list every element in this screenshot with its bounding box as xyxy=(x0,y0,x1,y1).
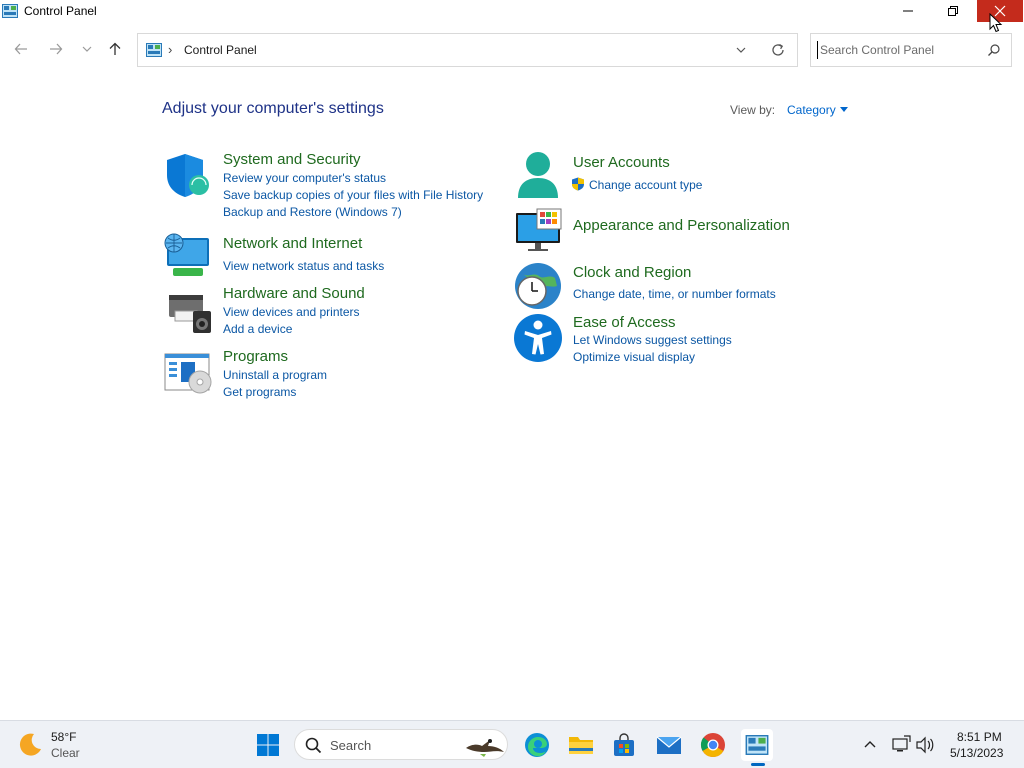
category-title[interactable]: System and Security xyxy=(223,151,361,168)
category-programs: Programs Uninstall a program Get program… xyxy=(163,348,493,400)
back-arrow-icon xyxy=(14,43,27,55)
clock-globe-icon[interactable] xyxy=(513,262,563,312)
search-icon[interactable] xyxy=(987,43,1001,57)
link-add-device[interactable]: Add a device xyxy=(223,322,292,336)
search-box[interactable] xyxy=(810,33,1012,67)
link-date-time-formats[interactable]: Change date, time, or number formats xyxy=(573,287,776,301)
category-title[interactable]: User Accounts xyxy=(573,154,670,171)
link-network-status[interactable]: View network status and tasks xyxy=(223,259,384,273)
moon-icon[interactable] xyxy=(18,731,44,757)
chevron-up-icon[interactable] xyxy=(860,735,880,755)
store-bag-icon xyxy=(614,733,634,756)
restore-button[interactable] xyxy=(930,0,976,22)
caret-down-icon[interactable] xyxy=(840,107,848,112)
link-change-account-type[interactable]: Change account type xyxy=(589,178,702,192)
windows-logo-icon xyxy=(257,734,279,756)
store-taskbar-button[interactable] xyxy=(608,729,640,761)
weather-condition[interactable]: Clear xyxy=(51,746,80,760)
control-panel-icon xyxy=(2,4,18,18)
taskbar-clock-date[interactable]: 5/13/2023 xyxy=(950,746,1003,760)
taskbar: 58°F Clear Search 8:51 PM 5/13/2023 xyxy=(0,720,1024,768)
category-appearance-and-personalization: Appearance and Personalization xyxy=(513,207,843,257)
weather-temperature[interactable]: 58°F xyxy=(51,730,76,744)
refresh-icon[interactable] xyxy=(770,42,786,58)
chrome-icon xyxy=(700,733,725,758)
edge-taskbar-button[interactable] xyxy=(521,729,553,761)
breadcrumb-control-panel[interactable]: Control Panel xyxy=(184,43,257,57)
minimize-button[interactable] xyxy=(885,0,931,22)
edge-icon xyxy=(525,733,549,757)
category-network-and-internet: Network and Internet View network status… xyxy=(163,232,493,282)
shield-icon[interactable] xyxy=(163,151,213,201)
link-review-status[interactable]: Review your computer's status xyxy=(223,171,386,185)
link-file-history[interactable]: Save backup copies of your files with Fi… xyxy=(223,188,483,202)
up-button[interactable] xyxy=(104,38,126,60)
category-title[interactable]: Ease of Access xyxy=(573,314,676,331)
category-title[interactable]: Network and Internet xyxy=(223,235,362,252)
monitor-palette-icon[interactable] xyxy=(513,207,563,257)
window-title: Control Panel xyxy=(24,4,97,18)
chevron-down-icon[interactable] xyxy=(734,43,748,57)
page-heading: Adjust your computer's settings xyxy=(162,100,384,117)
programs-icon[interactable] xyxy=(163,348,213,398)
control-panel-icon xyxy=(745,735,769,755)
restore-icon xyxy=(948,6,958,16)
category-hardware-and-sound: Hardware and Sound View devices and prin… xyxy=(163,285,493,337)
back-button[interactable] xyxy=(10,38,32,60)
mouse-cursor-icon xyxy=(989,13,1003,33)
link-optimize-visual-display[interactable]: Optimize visual display xyxy=(573,350,695,364)
start-button[interactable] xyxy=(252,729,284,761)
title-bar: Control Panel xyxy=(0,0,1024,24)
network-icon[interactable] xyxy=(891,735,911,755)
taskbar-clock-time[interactable]: 8:51 PM xyxy=(957,730,1002,744)
taskbar-search-label: Search xyxy=(330,738,372,753)
category-title[interactable]: Clock and Region xyxy=(573,264,691,281)
accessibility-icon[interactable] xyxy=(513,313,563,363)
recent-locations-button[interactable] xyxy=(76,38,98,60)
category-title[interactable]: Programs xyxy=(223,348,288,365)
category-clock-and-region: Clock and Region Change date, time, or n… xyxy=(513,262,843,312)
link-get-programs[interactable]: Get programs xyxy=(223,385,296,399)
minimize-icon xyxy=(903,10,913,12)
chrome-taskbar-button[interactable] xyxy=(697,729,729,761)
taskbar-search[interactable]: Search xyxy=(294,729,508,760)
active-app-indicator xyxy=(751,763,765,766)
link-backup-restore[interactable]: Backup and Restore (Windows 7) xyxy=(223,205,402,219)
address-bar[interactable]: › Control Panel xyxy=(137,33,798,67)
category-title[interactable]: Hardware and Sound xyxy=(223,285,365,302)
mail-taskbar-button[interactable] xyxy=(653,729,685,761)
search-input[interactable] xyxy=(817,41,977,59)
volume-icon[interactable] xyxy=(915,735,935,755)
view-by-label: View by: xyxy=(730,103,776,117)
category-user-accounts: User Accounts Change account type xyxy=(513,151,843,203)
category-ease-of-access: Ease of Access Let Windows suggest setti… xyxy=(513,313,843,365)
search-icon xyxy=(305,737,322,754)
control-panel-icon xyxy=(146,43,162,57)
control-panel-taskbar-button[interactable] xyxy=(741,729,773,761)
forward-arrow-icon xyxy=(50,43,63,55)
link-windows-suggest-settings[interactable]: Let Windows suggest settings xyxy=(573,333,732,347)
category-title[interactable]: Appearance and Personalization xyxy=(573,217,790,234)
file-explorer-taskbar-button[interactable] xyxy=(565,729,597,761)
category-system-and-security: System and Security Review your computer… xyxy=(163,151,493,223)
bird-highlight-icon xyxy=(466,739,504,757)
user-icon[interactable] xyxy=(513,151,563,201)
view-by-dropdown[interactable]: Category xyxy=(787,103,836,117)
uac-shield-icon xyxy=(572,177,584,191)
mail-icon xyxy=(656,736,682,754)
link-devices-printers[interactable]: View devices and printers xyxy=(223,305,360,319)
printer-speaker-icon[interactable] xyxy=(163,285,213,335)
network-globe-icon[interactable] xyxy=(163,232,213,282)
forward-button[interactable] xyxy=(45,38,67,60)
link-uninstall-program[interactable]: Uninstall a program xyxy=(223,368,327,382)
chevron-down-icon xyxy=(82,46,92,52)
breadcrumb-separator[interactable]: › xyxy=(168,42,172,57)
folder-icon xyxy=(569,737,593,754)
up-arrow-icon xyxy=(109,42,121,55)
